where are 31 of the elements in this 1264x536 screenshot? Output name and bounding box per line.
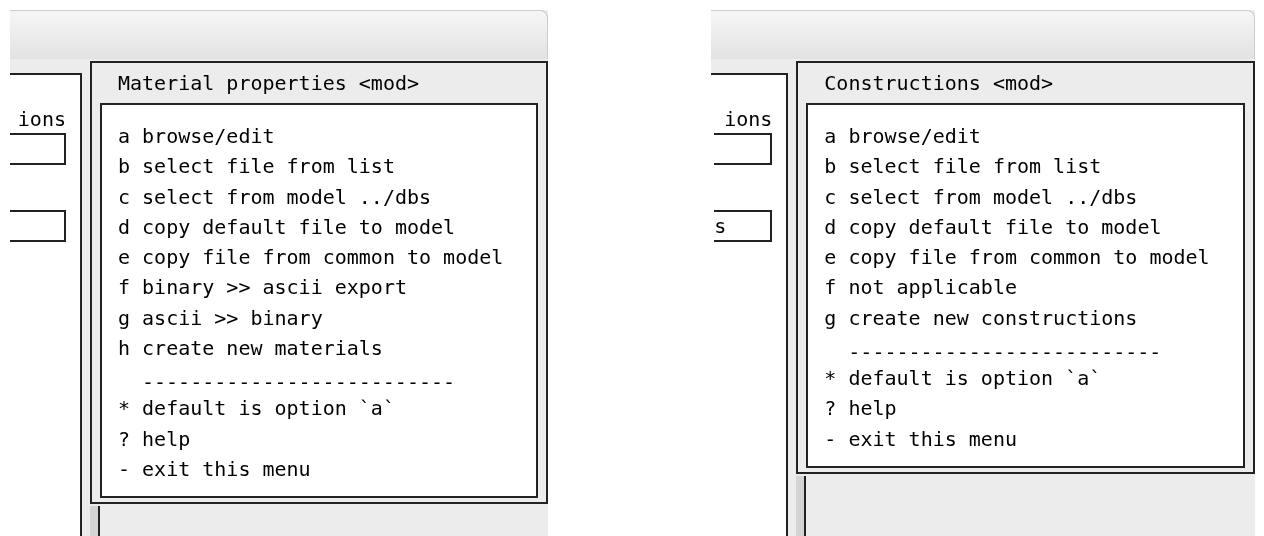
menu-item[interactable]: ? help xyxy=(824,393,897,424)
menu-item[interactable]: ? help xyxy=(118,423,191,454)
menu-item[interactable]: c select from model ../dbs xyxy=(824,181,1138,212)
menu-item[interactable]: d copy default file to model xyxy=(824,211,1162,243)
menu-item[interactable]: - exit this menu xyxy=(824,423,1017,454)
menu-title: Material properties <mod> xyxy=(117,70,421,97)
menu-item[interactable]: f binary >> ascii export xyxy=(118,272,407,303)
menu-item[interactable]: h create new materials xyxy=(118,333,383,364)
menu-item[interactable]: e copy file from common to model xyxy=(824,242,1210,273)
menu-item[interactable]: c select from model ../dbs xyxy=(118,181,432,212)
menu-item[interactable]: a browse/edit xyxy=(824,121,981,152)
menu-item[interactable]: d copy default file to model xyxy=(118,211,456,243)
menu-item[interactable]: * default is option `a` xyxy=(118,393,395,424)
menu-item[interactable]: g create new constructions xyxy=(824,302,1138,334)
separator-line: -------------------------- xyxy=(848,341,1162,364)
field-label: ions xyxy=(17,107,67,131)
input-field[interactable]: s xyxy=(714,210,773,242)
menu-item[interactable]: b select file from list xyxy=(118,151,395,182)
menu-item[interactable]: f not applicable xyxy=(824,272,1017,303)
menu-item[interactable]: g ascii >> binary xyxy=(118,302,323,334)
input-field[interactable] xyxy=(714,133,773,165)
field-label: ions xyxy=(724,107,774,131)
menu-item[interactable]: a browse/edit xyxy=(118,121,275,152)
menu-item[interactable]: b select file from list xyxy=(824,151,1102,182)
input-field[interactable] xyxy=(10,133,66,165)
separator-line: -------------------------- xyxy=(142,371,456,394)
menu-item[interactable]: - exit this menu xyxy=(118,453,311,485)
menu-title: Constructions <mod> xyxy=(823,70,1055,97)
menu-item[interactable]: * default is option `a` xyxy=(824,363,1102,394)
menu-item[interactable]: e copy file from common to model xyxy=(118,242,504,273)
input-field[interactable] xyxy=(10,210,66,242)
